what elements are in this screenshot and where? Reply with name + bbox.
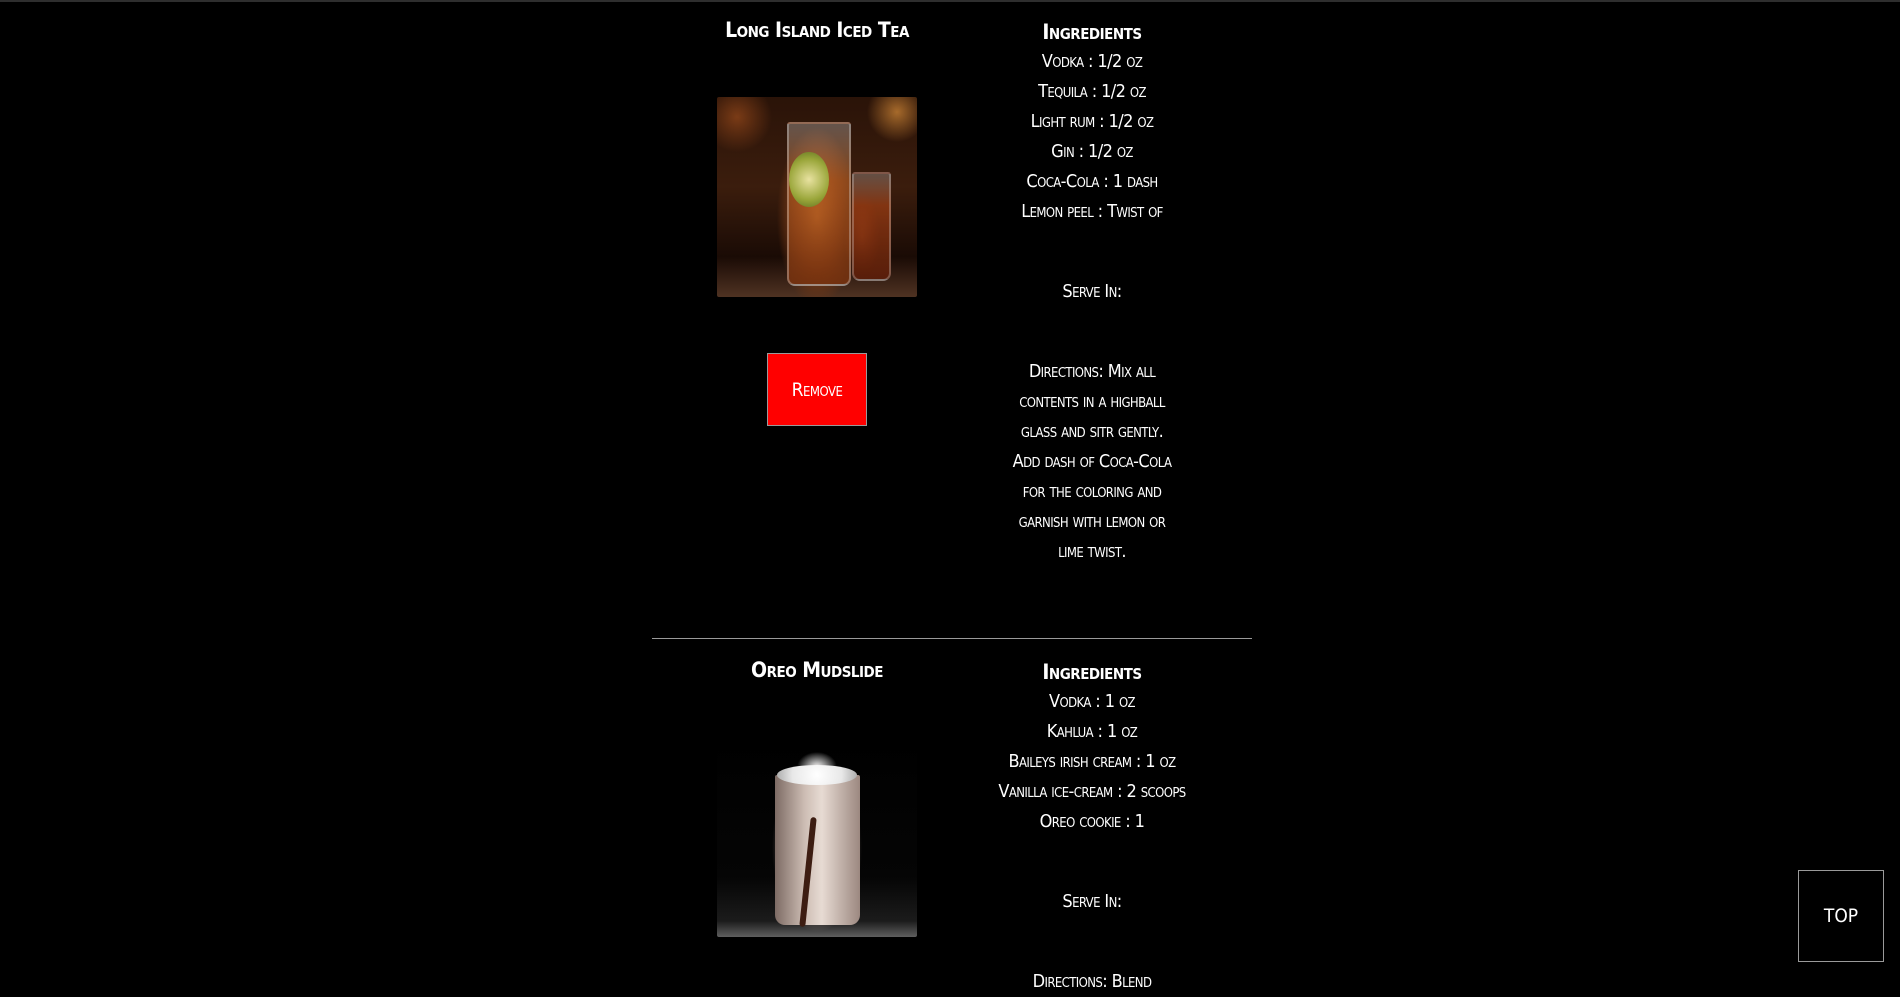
directions-line: contents in a highball xyxy=(1019,391,1165,412)
scroll-to-top-button[interactable]: TOP xyxy=(1798,870,1884,962)
ingredient-item: Coca-Cola : 1 dash xyxy=(1026,171,1158,192)
directions-line: Directions: Blend xyxy=(1032,971,1152,992)
drink-card-long-island: Long Island Iced Tea Remove Ingredients … xyxy=(652,0,1252,639)
ingredient-item: Kahlua : 1 oz xyxy=(1046,721,1138,742)
directions-text: Directions: Mix all contents in a highba… xyxy=(990,357,1194,567)
directions-line: glass and sitr gently. xyxy=(1020,421,1164,442)
ingredient-item: Vanilla ice-cream : 2 scoops xyxy=(998,781,1186,802)
directions-line: Add dash of Coca-Cola xyxy=(1012,451,1172,472)
directions-text: Directions: Blend xyxy=(990,967,1194,997)
ingredient-item: Tequila : 1/2 oz xyxy=(1038,81,1146,102)
directions-line: garnish with lemon or xyxy=(1018,511,1166,532)
ingredient-item: Vodka : 1/2 oz xyxy=(1041,51,1143,72)
serve-in-label: Serve In: xyxy=(1062,281,1122,302)
lime-wedge-icon xyxy=(789,152,829,207)
drink-card-oreo-mudslide: Oreo Mudslide Ingredients Vodka : 1 oz K… xyxy=(652,640,1252,992)
ingredient-item: Vodka : 1 oz xyxy=(1049,691,1136,712)
glass-icon xyxy=(787,122,851,286)
remove-button[interactable]: Remove xyxy=(767,353,867,426)
serve-in-label: Serve In: xyxy=(1062,891,1122,912)
drink-name: Long Island Iced Tea xyxy=(725,18,909,42)
directions-line: Directions: Mix all xyxy=(1028,361,1156,382)
ingredient-item: Gin : 1/2 oz xyxy=(1051,141,1133,162)
small-glass-icon xyxy=(852,172,891,281)
ingredient-item: Lemon peel : Twist of xyxy=(1021,201,1163,222)
whipped-cream-icon xyxy=(777,765,857,785)
ingredients-heading: Ingredients xyxy=(1042,20,1142,44)
ingredient-item: Oreo cookie : 1 xyxy=(1039,811,1145,832)
ingredients-heading: Ingredients xyxy=(1042,660,1142,684)
ingredient-item: Baileys irish cream : 1 oz xyxy=(1008,751,1176,772)
directions-line: for the coloring and xyxy=(1022,481,1162,502)
drink-photo xyxy=(717,97,917,297)
drink-photo xyxy=(717,737,917,937)
ingredient-item: Light rum : 1/2 oz xyxy=(1030,111,1154,132)
glass-icon xyxy=(775,775,860,925)
drink-name: Oreo Mudslide xyxy=(751,658,883,682)
directions-line: lime twist. xyxy=(1058,541,1126,562)
